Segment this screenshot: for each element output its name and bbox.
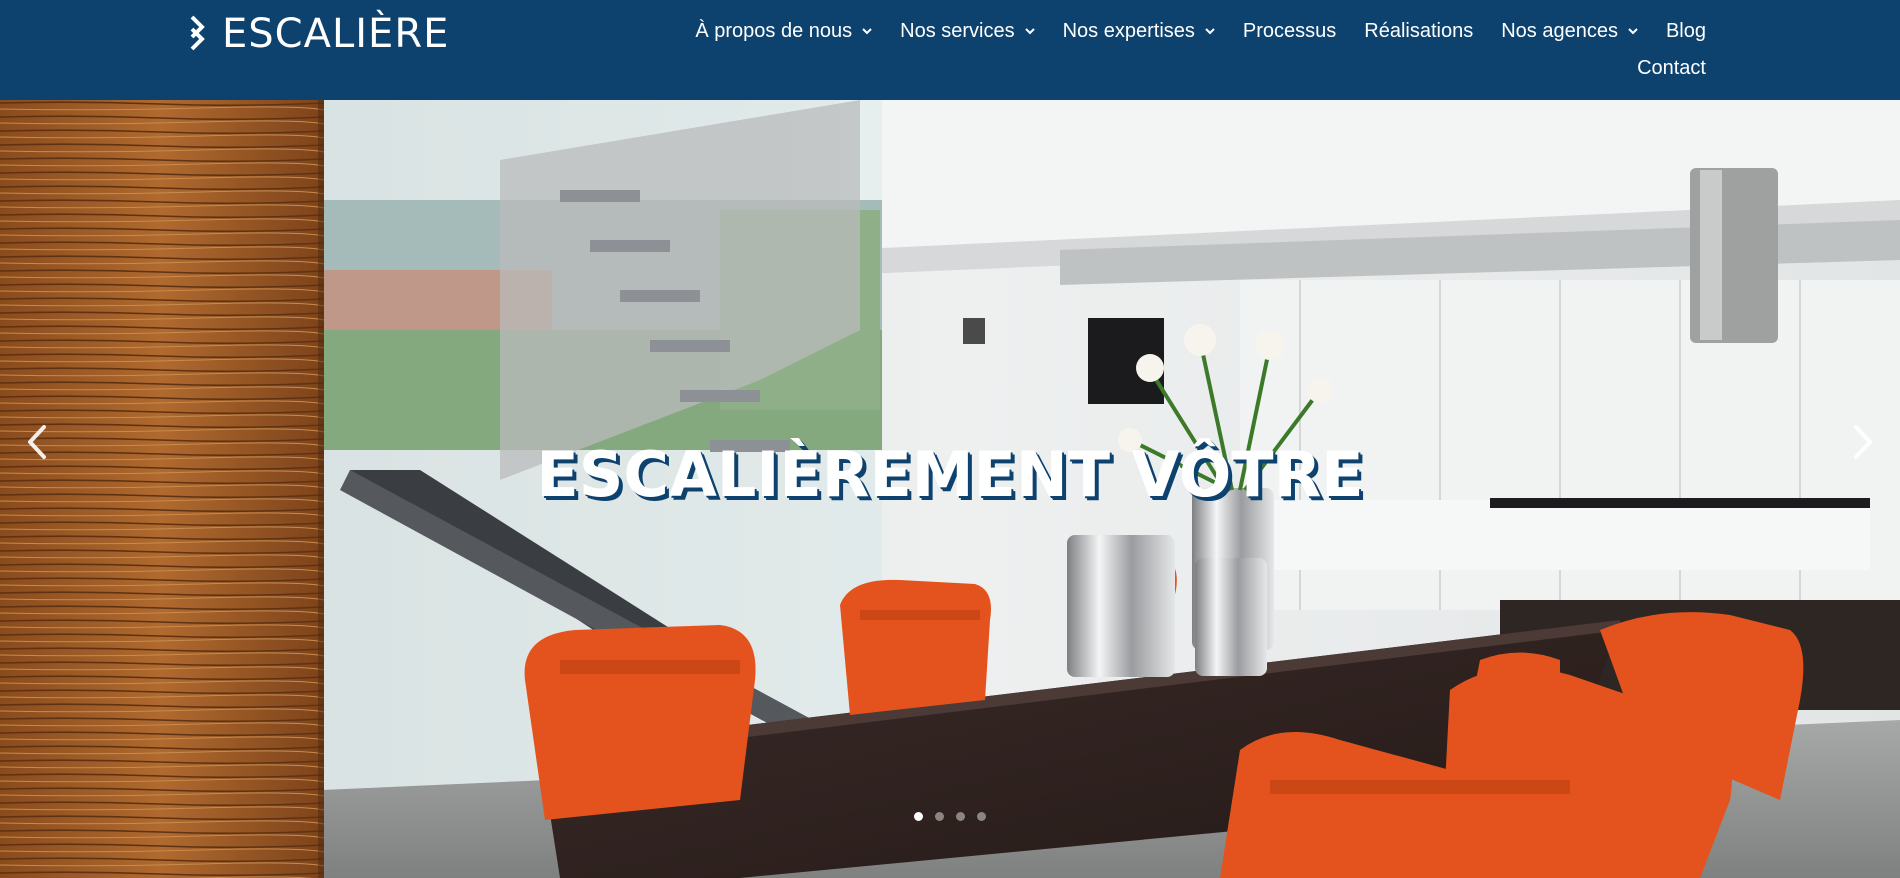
chevron-down-icon: [1024, 28, 1035, 35]
nav-item-label: Réalisations: [1364, 20, 1474, 42]
nav-item-services[interactable]: Nos services: [900, 17, 1035, 45]
nav-item-label: Nos agences: [1501, 20, 1618, 42]
hero-slider: ESCALIÈREMENT VÔTRE: [0, 100, 1900, 878]
nav-item-label: Nos expertises: [1062, 20, 1195, 42]
chevron-down-icon: [862, 28, 872, 35]
slider-pagination: [0, 812, 1900, 821]
nav-item-label: Processus: [1242, 20, 1337, 42]
slider-dot-4[interactable]: [977, 812, 986, 821]
stair-stripes-icon: [190, 15, 205, 51]
chevron-right-icon: [1854, 425, 1872, 459]
slider-next-button[interactable]: [1843, 418, 1883, 466]
chevron-down-icon: [1205, 28, 1215, 35]
nav-item-realisations[interactable]: Réalisations: [1364, 17, 1473, 45]
nav-item-label: Nos services: [900, 20, 1015, 42]
slider-dot-3[interactable]: [956, 812, 965, 821]
slider-prev-button[interactable]: [17, 418, 57, 466]
nav-item-label: Blog: [1665, 20, 1706, 42]
nav-item-label: À propos de nous: [695, 20, 853, 42]
nav-row-primary: À propos de nous Nos services Nos expert…: [667, 17, 1706, 45]
brand-logo[interactable]: ESCALIÈRE: [188, 12, 449, 56]
nav-item-contact[interactable]: Contact: [1637, 54, 1706, 82]
slider-dot-1[interactable]: [914, 812, 923, 821]
nav-item-expertises[interactable]: Nos expertises: [1063, 17, 1215, 45]
main-nav: À propos de nous Nos services Nos expert…: [606, 0, 1706, 100]
site-header: ESCALIÈRE À propos de nous Nos services …: [0, 0, 1900, 100]
brand-name: ESCALIÈRE: [222, 11, 450, 57]
nav-item-a-propos[interactable]: À propos de nous: [695, 17, 872, 45]
slider-dot-2[interactable]: [935, 812, 944, 821]
nav-row-secondary: Contact: [1609, 54, 1706, 82]
nav-item-blog[interactable]: Blog: [1666, 17, 1706, 45]
nav-item-processus[interactable]: Processus: [1243, 17, 1336, 45]
nav-item-agences[interactable]: Nos agences: [1501, 17, 1638, 45]
nav-item-label: Contact: [1637, 57, 1706, 79]
chevron-left-icon: [28, 425, 46, 459]
hero-title: ESCALIÈREMENT VÔTRE: [536, 437, 1364, 511]
chevron-down-icon: [1628, 28, 1638, 35]
